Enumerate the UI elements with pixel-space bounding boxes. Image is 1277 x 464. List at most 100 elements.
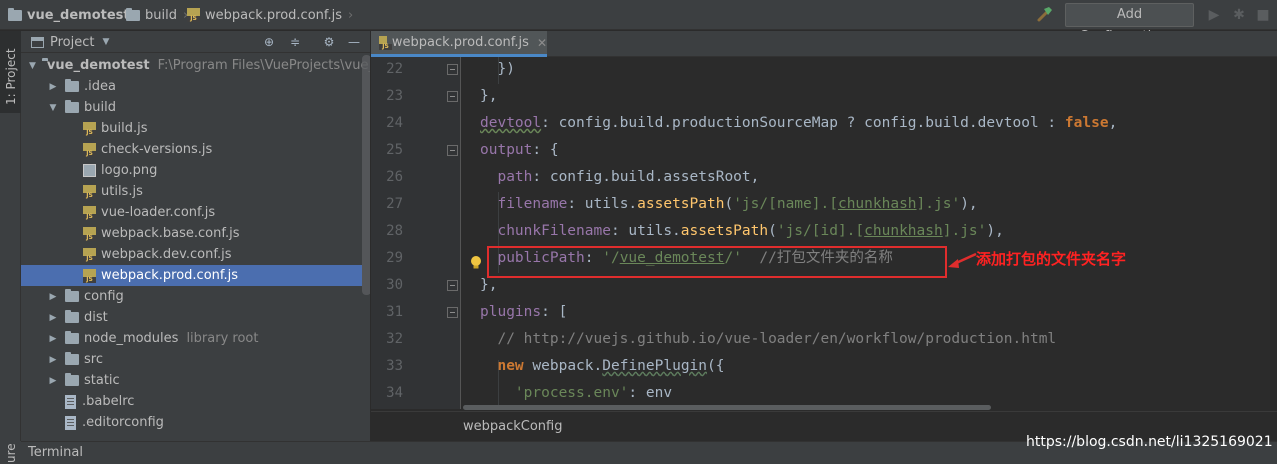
tree-item[interactable]: webpack.dev.conf.js	[21, 244, 362, 265]
left-tool-strip: 1: Project	[0, 31, 21, 441]
line-number[interactable]: 28	[371, 218, 403, 245]
tree-item[interactable]: ▶ static	[21, 370, 362, 391]
code-editor[interactable]: 22 23 24 25 26 27 28 29 30 31 32 33 34 })}, devtool: …	[371, 57, 1277, 409]
tree-item[interactable]: ▶ dist	[21, 307, 362, 328]
code-line[interactable]: new webpack.DefinePlugin({	[480, 353, 724, 380]
text-file-icon	[65, 394, 76, 409]
code-token: // http://vuejs.github.io/vue-loader/en/…	[480, 331, 1057, 347]
tree-item[interactable]: ▼ vue_demotest F:\Program Files\VueProject…	[21, 55, 370, 76]
tree-item[interactable]: check-versions.js	[21, 139, 362, 160]
js-file-icon	[83, 184, 96, 199]
nav-crumb-build[interactable]: build ›	[126, 0, 188, 30]
tree-item[interactable]: logo.png	[21, 160, 362, 181]
editor-gutter: 22 23 24 25 26 27 28 29 30 31 32 33 34	[371, 57, 461, 409]
build-hammer-icon[interactable]	[1036, 5, 1054, 23]
tree-item[interactable]: utils.js	[21, 181, 362, 202]
line-number[interactable]: 22	[371, 57, 403, 83]
line-number[interactable]: 29	[371, 245, 403, 272]
code-line[interactable]: path: config.build.assetsRoot,	[480, 164, 759, 191]
code-token: ({	[707, 358, 725, 374]
tree-scrollbar[interactable]	[362, 55, 370, 295]
tree-item-label: .babelrc	[82, 394, 135, 409]
tree-item[interactable]: .editorconfig	[21, 412, 362, 433]
expanded-arrow-icon[interactable]: ▼	[29, 61, 36, 71]
code-line[interactable]: },	[480, 83, 497, 110]
collapsed-arrow-icon[interactable]: ▶	[47, 82, 59, 92]
stop-icon[interactable]: ■	[1255, 6, 1271, 24]
expanded-arrow-icon[interactable]: ▼	[47, 103, 59, 113]
line-number[interactable]: 33	[371, 353, 403, 380]
code-token: output	[480, 142, 533, 158]
fold-marker-icon[interactable]	[447, 91, 458, 102]
close-tab-icon[interactable]: ✕	[537, 36, 547, 50]
code-line[interactable]: })	[480, 57, 515, 83]
project-tool-tab[interactable]: 1: Project	[0, 31, 21, 113]
line-number[interactable]: 23	[371, 83, 403, 110]
line-number[interactable]: 31	[371, 299, 403, 326]
terminal-tab[interactable]: Terminal	[28, 445, 83, 460]
add-configuration-button[interactable]: Add Configuration...	[1065, 3, 1194, 44]
fold-marker-icon[interactable]	[447, 280, 458, 291]
locate-file-icon[interactable]: ⊕	[261, 33, 277, 51]
line-number[interactable]: 27	[371, 191, 403, 218]
code-token: chunkFilename	[480, 223, 611, 239]
line-number[interactable]: 32	[371, 326, 403, 353]
editor-horizontal-scrollbar[interactable]	[463, 405, 991, 410]
tree-item[interactable]: build.js	[21, 118, 362, 139]
code-line[interactable]: 'process.env': env	[480, 380, 672, 407]
tree-item[interactable]: ▶ config	[21, 286, 362, 307]
code-token: 'js/[name].[	[733, 196, 838, 212]
tree-item[interactable]: ▶ .idea	[21, 76, 362, 97]
code-token: })	[480, 61, 515, 77]
tree-item[interactable]: webpack.base.conf.js	[21, 223, 362, 244]
tree-item[interactable]: ▶ src	[21, 349, 362, 370]
structure-tool-tab[interactable]: ure	[0, 441, 21, 464]
collapsed-arrow-icon[interactable]: ▶	[47, 376, 59, 386]
code-line[interactable]: chunkFilename: utils.assetsPath('js/[id]…	[480, 218, 1003, 245]
line-number[interactable]: 26	[371, 164, 403, 191]
tree-item[interactable]: ▶ node_modules library root	[21, 328, 362, 349]
collapsed-arrow-icon[interactable]: ▶	[47, 355, 59, 365]
line-number[interactable]: 24	[371, 110, 403, 137]
tree-item[interactable]: vue-loader.conf.js	[21, 202, 362, 223]
tree-item[interactable]: .babelrc	[21, 391, 362, 412]
code-token: : utils.	[610, 223, 681, 239]
tree-item-note: library root	[186, 331, 259, 346]
collapsed-arrow-icon[interactable]: ▶	[47, 292, 59, 302]
fold-marker-icon[interactable]	[447, 307, 458, 318]
run-icon[interactable]: ▶	[1206, 6, 1222, 24]
tree-item[interactable]: webpack.prod.conf.js	[21, 265, 362, 286]
project-view-selector[interactable]: Project ▼	[31, 31, 109, 53]
code-line[interactable]: devtool: config.build.productionSourceMa…	[480, 110, 1117, 137]
collapsed-arrow-icon[interactable]: ▶	[47, 313, 59, 323]
debug-icon[interactable]: ✱	[1231, 6, 1247, 24]
dropdown-arrow-icon: ▼	[102, 37, 110, 47]
folder-icon	[65, 373, 79, 386]
fold-marker-icon[interactable]	[447, 64, 458, 75]
code-line[interactable]: filename: utils.assetsPath('js/[name].[c…	[480, 191, 977, 218]
lightbulb-intention-icon[interactable]	[469, 255, 483, 271]
nav-crumb-project[interactable]: vue_demotest ›	[8, 0, 141, 30]
nav-crumb-label: webpack.prod.conf.js	[205, 7, 343, 23]
code-token: },	[480, 88, 498, 104]
code-token: false	[1064, 115, 1109, 131]
tab-webpack-prod-conf[interactable]: webpack.prod.conf.js ✕	[371, 31, 547, 57]
line-number[interactable]: 34	[371, 380, 403, 407]
collapse-all-icon[interactable]: ≑	[287, 33, 303, 51]
project-panel-header: Project ▼ ⊕ ≑ ⚙ —	[21, 31, 370, 53]
tree-item[interactable]: ▼ build	[21, 97, 362, 118]
code-line[interactable]: plugins: [	[480, 299, 567, 326]
breadcrumb-item-webpackconfig[interactable]: webpackConfig	[463, 419, 563, 434]
fold-marker-icon[interactable]	[447, 145, 458, 156]
code-line[interactable]: // http://vuejs.github.io/vue-loader/en/…	[480, 326, 1056, 353]
collapsed-arrow-icon[interactable]: ▶	[47, 334, 59, 344]
settings-gear-icon[interactable]: ⚙	[321, 33, 337, 51]
code-token: : config.build.productionSourceMap ? con…	[541, 115, 1065, 131]
code-line[interactable]: output: {	[480, 137, 559, 164]
watermark-text: https://blog.csdn.net/li1325169021	[1026, 434, 1273, 450]
hide-panel-icon[interactable]: —	[346, 33, 362, 51]
line-number[interactable]: 25	[371, 137, 403, 164]
nav-crumb-file[interactable]: webpack.prod.conf.js ›	[187, 0, 353, 30]
image-file-icon	[83, 164, 96, 177]
line-number[interactable]: 30	[371, 272, 403, 299]
